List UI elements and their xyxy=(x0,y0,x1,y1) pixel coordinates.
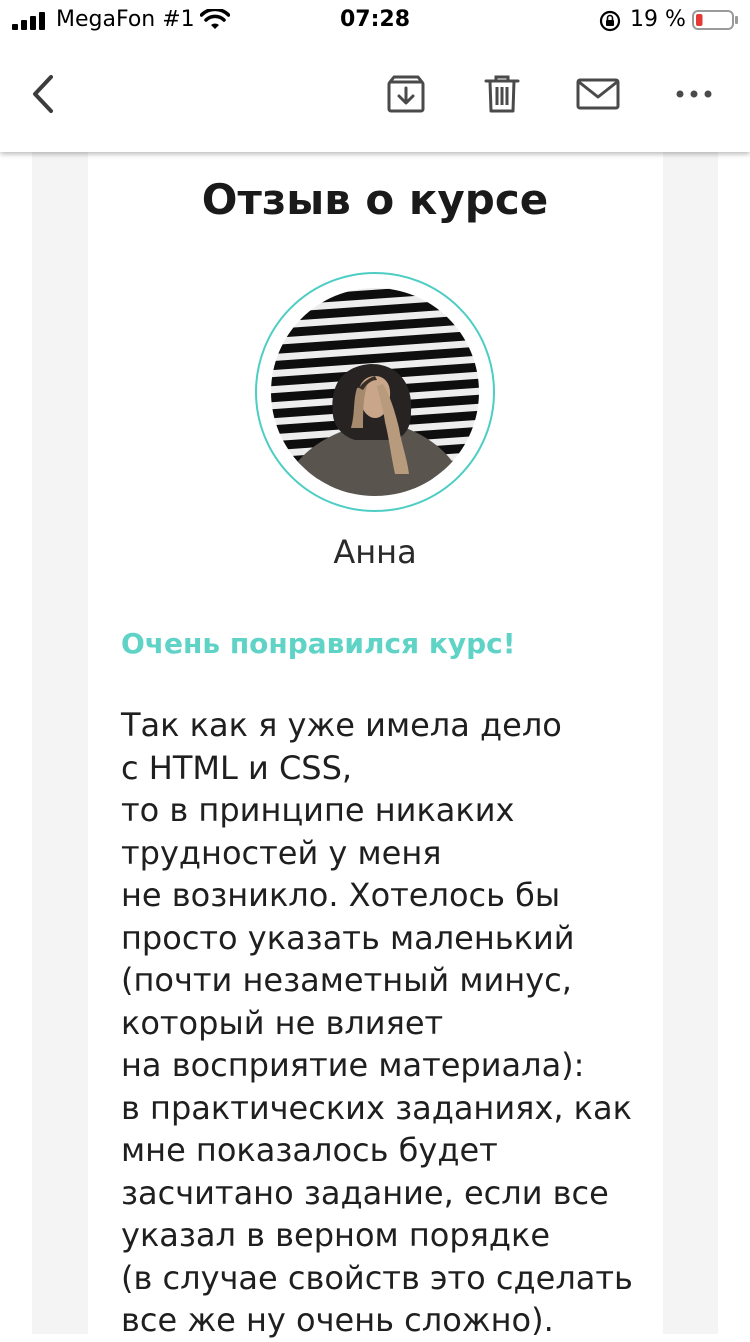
envelope-icon xyxy=(576,78,620,110)
more-horizontal-icon xyxy=(676,90,712,98)
archive-button[interactable] xyxy=(384,72,428,116)
trash-icon xyxy=(484,75,520,113)
email-title: Отзыв о курсе xyxy=(201,175,549,224)
review-line: (в случае свойств это сделать xyxy=(121,1258,633,1297)
author-name: Анна xyxy=(333,533,417,571)
review-line: не возникло. Хотелось бы xyxy=(121,876,561,914)
review-line: с HTML и CSS, xyxy=(121,748,353,787)
review-line: мне показалось будет xyxy=(121,1131,498,1169)
back-button[interactable] xyxy=(22,72,66,116)
orientation-lock-icon xyxy=(599,10,621,32)
mark-unread-button[interactable] xyxy=(576,72,620,116)
review-text: Так как я уже имела дело с HTML и CSS, т… xyxy=(121,704,661,1342)
avatar xyxy=(255,272,495,512)
review-line: просто указать маленький xyxy=(121,918,575,957)
review-subtitle: Очень понравился курс! xyxy=(121,627,516,660)
more-button[interactable] xyxy=(672,72,716,116)
review-line: который не влияет xyxy=(121,1003,444,1042)
author-photo xyxy=(271,288,479,496)
review-line: (почти незаметный минус, xyxy=(121,961,572,999)
status-bar: MegaFon #1 07:28 19 % xyxy=(0,0,750,40)
delete-button[interactable] xyxy=(480,72,524,116)
review-line: указал в верном порядке xyxy=(121,1216,551,1254)
review-line: все же ну очень сложно). xyxy=(121,1301,554,1339)
battery-icon xyxy=(692,10,738,30)
review-line: Так как я уже имела дело xyxy=(121,706,562,744)
mail-toolbar xyxy=(0,40,750,152)
review-line: трудностей у меня xyxy=(121,833,442,872)
review-line: то в принципе никаких xyxy=(121,791,515,829)
review-line: засчитано задание, если все xyxy=(121,1173,609,1212)
review-line: на восприятие материала): xyxy=(121,1046,585,1084)
battery-percent: 19 % xyxy=(630,7,686,32)
chevron-left-icon xyxy=(33,75,53,113)
archive-icon xyxy=(387,75,425,113)
review-line: в практических заданиях, как xyxy=(121,1088,632,1127)
